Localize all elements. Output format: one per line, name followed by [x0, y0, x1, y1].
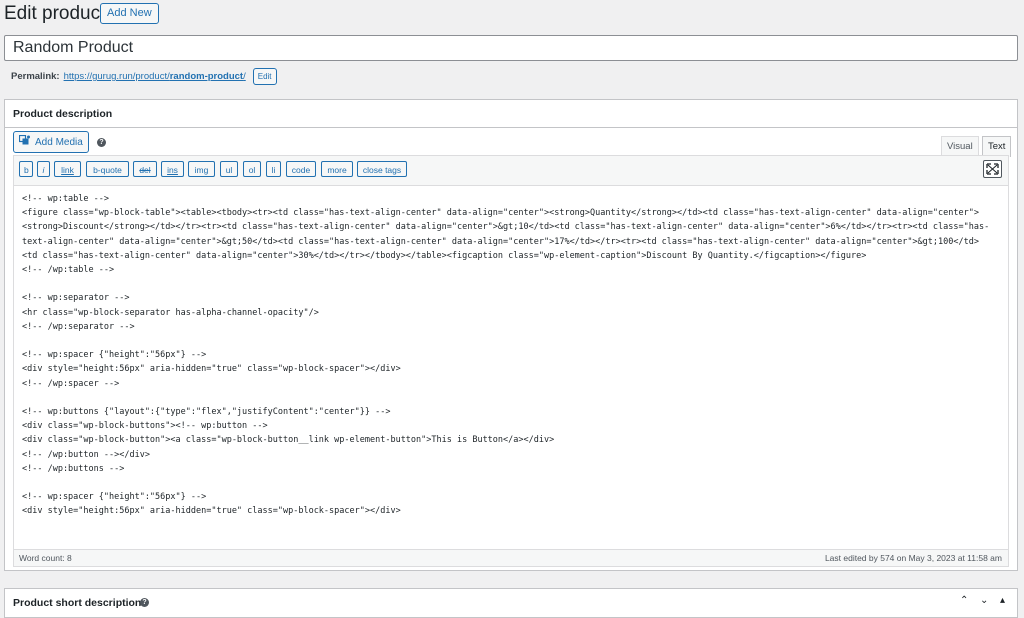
permalink-url-prefix: https://gurug.run/product/ — [63, 71, 170, 82]
quicktag-i[interactable]: i — [37, 161, 50, 177]
permalink-slug: random-product — [169, 71, 244, 82]
permalink-edit-button[interactable]: Edit — [252, 68, 277, 85]
tab-text[interactable]: Text — [982, 136, 1012, 157]
quicktag-li[interactable]: li — [266, 161, 281, 177]
box-divider — [5, 127, 1017, 128]
quicktag-del[interactable]: del — [133, 161, 157, 177]
editor-status-bar: Word count: 8 Last edited by 574 on May … — [14, 549, 1008, 566]
quicktag-link[interactable]: link — [54, 161, 81, 177]
product-short-description-box: Product short description ? ⌃ ⌄ ▴ — [4, 588, 1018, 618]
add-media-button[interactable]: Add Media — [13, 131, 89, 153]
quicktag-b-quote[interactable]: b-quote — [86, 161, 129, 177]
quicktag-more[interactable]: more — [321, 161, 353, 177]
quicktags-toolbar: b i link b-quote del ins img ul ol li co… — [14, 156, 1008, 186]
product-description-title: Product description — [13, 108, 113, 120]
quicktag-ins[interactable]: ins — [161, 161, 184, 177]
quicktag-ol[interactable]: ol — [243, 161, 261, 177]
add-media-label: Add Media — [35, 136, 83, 148]
toggle-panel-icon[interactable]: ▴ — [1000, 595, 1005, 606]
quicktag-img[interactable]: img — [188, 161, 215, 177]
help-icon[interactable]: ? — [97, 138, 106, 147]
permalink-row: Permalink: https://gurug.run/product/ran… — [11, 68, 277, 85]
quicktag-b[interactable]: b — [19, 161, 33, 177]
move-up-icon[interactable]: ⌃ — [960, 595, 968, 606]
quicktag-close-tags[interactable]: close tags — [357, 161, 407, 177]
add-new-button[interactable]: Add New — [100, 3, 159, 24]
word-count: Word count: 8 — [19, 553, 72, 563]
move-down-icon[interactable]: ⌄ — [980, 595, 988, 606]
post-title-input[interactable] — [4, 35, 1018, 61]
product-short-description-title: Product short description — [13, 597, 142, 609]
last-edited-info: Last edited by 574 on May 3, 2023 at 11:… — [824, 553, 1002, 563]
add-media-icon — [18, 134, 31, 149]
permalink-label: Permalink: — [11, 71, 60, 82]
quicktag-code[interactable]: code — [286, 161, 316, 177]
permalink-url-suffix: / — [243, 71, 246, 82]
fullscreen-icon[interactable] — [983, 160, 1002, 178]
content-textarea[interactable]: <!-- wp:table --> <figure class="wp-bloc… — [22, 192, 1002, 518]
quicktag-ul[interactable]: ul — [220, 161, 238, 177]
text-editor: b i link b-quote del ins img ul ol li co… — [13, 155, 1009, 567]
tab-visual[interactable]: Visual — [941, 136, 979, 157]
page-title: Edit product — [4, 3, 106, 24]
product-description-box: Product description Add Media ? Visual T… — [4, 99, 1018, 571]
permalink-link[interactable]: https://gurug.run/product/random-product… — [64, 71, 246, 82]
